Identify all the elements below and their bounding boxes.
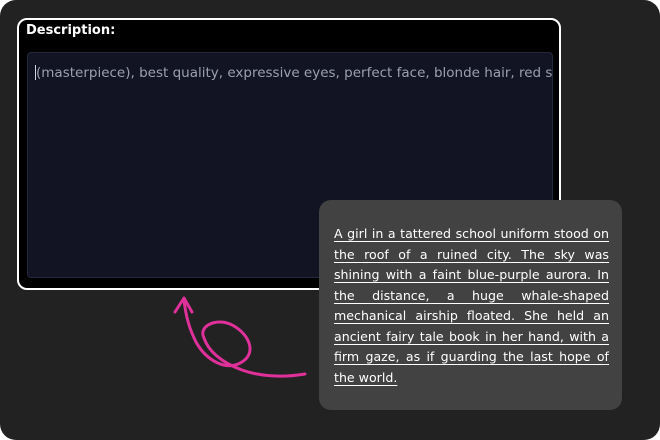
- callout-card: A girl in a tattered school uniform stoo…: [319, 200, 622, 410]
- description-input-value: (masterpiece), best quality, expressive …: [36, 65, 553, 81]
- description-label: Description:: [26, 23, 116, 38]
- curly-arrow-icon: [173, 296, 307, 378]
- callout-text: A girl in a tattered school uniform stoo…: [334, 226, 609, 385]
- canvas: Description: (masterpiece), best quality…: [0, 0, 660, 440]
